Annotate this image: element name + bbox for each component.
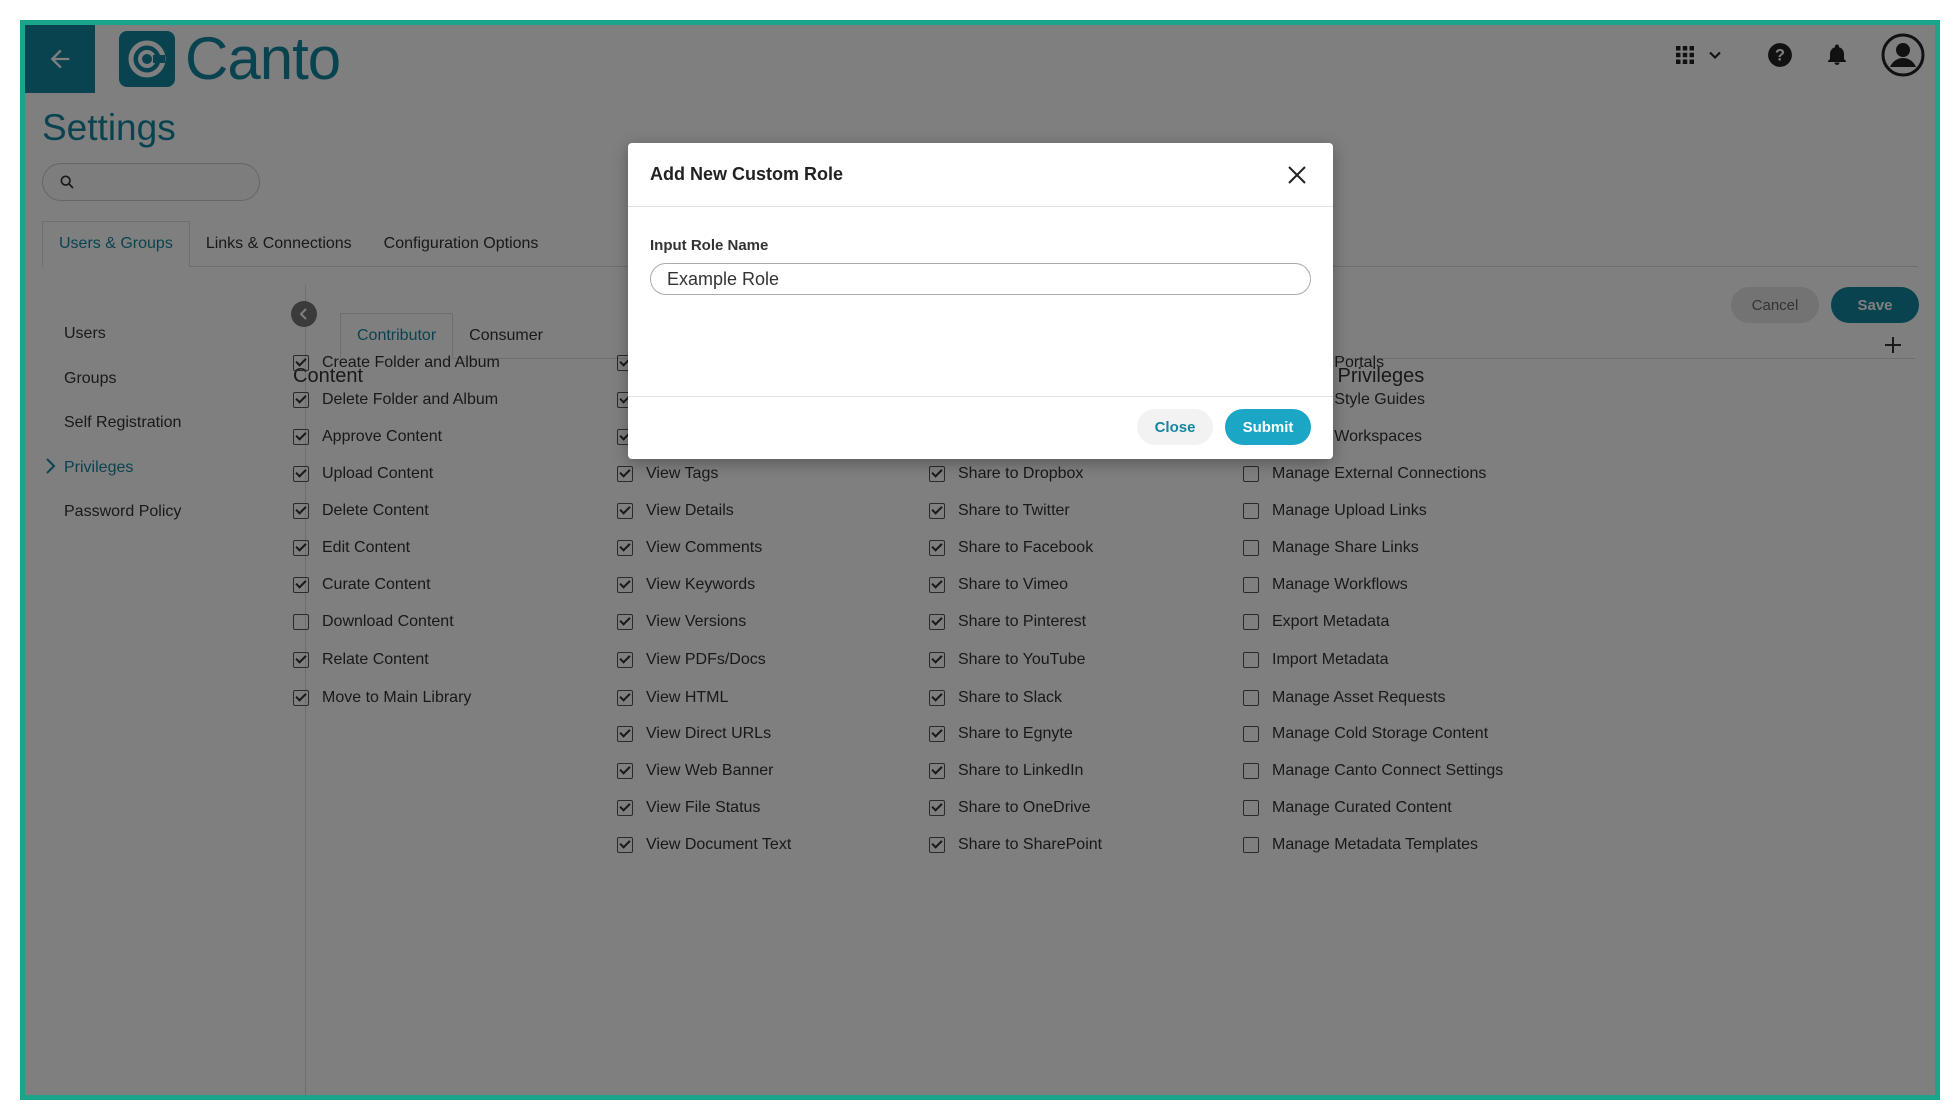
dialog-close-button[interactable] xyxy=(1283,161,1311,189)
add-custom-role-dialog: Add New Custom Role Input Role Name Clos… xyxy=(628,143,1333,459)
close-button[interactable]: Close xyxy=(1137,409,1213,445)
role-name-label: Input Role Name xyxy=(650,237,769,254)
settings-app: Canto ? Settings Users & Groups Links & … xyxy=(25,25,1935,1095)
dialog-footer: Close Submit xyxy=(628,397,1333,457)
dialog-header: Add New Custom Role xyxy=(628,143,1333,207)
dialog-title: Add New Custom Role xyxy=(650,164,844,184)
submit-button[interactable]: Submit xyxy=(1225,409,1311,445)
dialog-body: Input Role Name xyxy=(628,207,1333,397)
close-icon xyxy=(1288,165,1306,184)
role-name-input[interactable] xyxy=(650,263,1311,295)
screen-frame: Canto ? Settings Users & Groups Links & … xyxy=(20,20,1940,1100)
